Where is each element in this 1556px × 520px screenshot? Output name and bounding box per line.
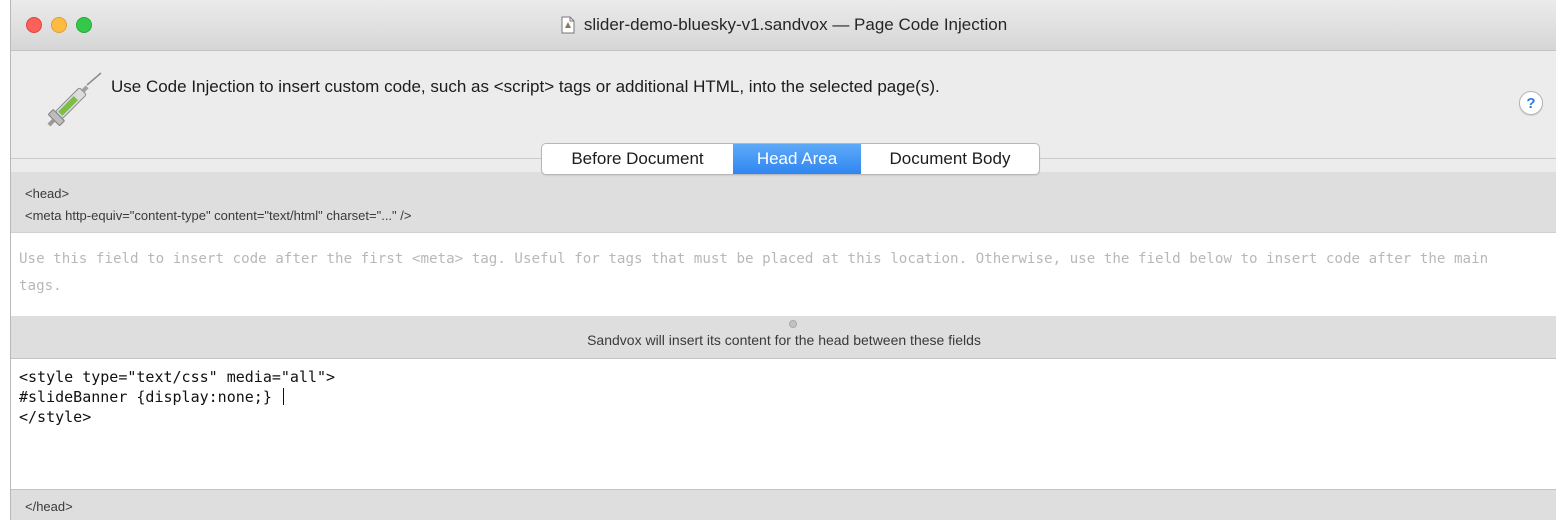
head-footer: </head> [11,490,1556,520]
text-caret [282,388,284,405]
section-segmented-control: Before Document Head Area Document Body [541,143,1040,175]
window-title-text: slider-demo-bluesky-v1.sandvox — Page Co… [583,15,1008,34]
head-open-tag: <head> [25,186,70,201]
help-button[interactable]: ? [1519,91,1543,115]
tab-document-body[interactable]: Document Body [861,144,1039,174]
code-line: </style> [19,408,92,426]
head-close-tag: </head> [25,499,73,514]
after-meta-code-field[interactable]: Use this field to insert code after the … [11,232,1556,317]
meta-tag-text: <meta http-equiv="content-type" content=… [25,208,412,223]
tab-before-document[interactable]: Before Document [542,144,733,174]
head-info-panel: <head> <meta http-equiv="content-type" c… [11,172,1556,232]
syringe-icon [47,72,102,127]
code-line: #slideBanner {display:none;} [19,388,281,406]
split-view-divider[interactable]: Sandvox will insert its content for the … [11,316,1556,359]
divider-grip-icon[interactable] [789,320,797,328]
code-content[interactable]: <style type="text/css" media="all"> #sli… [19,367,335,427]
code-line: <style type="text/css" media="all"> [19,368,336,386]
title-bar[interactable]: slider-demo-bluesky-v1.sandvox — Page Co… [11,0,1556,51]
document-icon [561,16,575,34]
splitter-label: Sandvox will insert its content for the … [587,332,981,348]
code-injection-window: slider-demo-bluesky-v1.sandvox — Page Co… [10,0,1556,520]
head-code-field[interactable]: <style type="text/css" media="all"> #sli… [11,359,1556,490]
tab-head-area[interactable]: Head Area [733,144,861,174]
window-title: slider-demo-bluesky-v1.sandvox — Page Co… [11,14,1556,36]
description-text: Use Code Injection to insert custom code… [111,77,940,96]
after-meta-placeholder: Use this field to insert code after the … [19,251,1489,294]
